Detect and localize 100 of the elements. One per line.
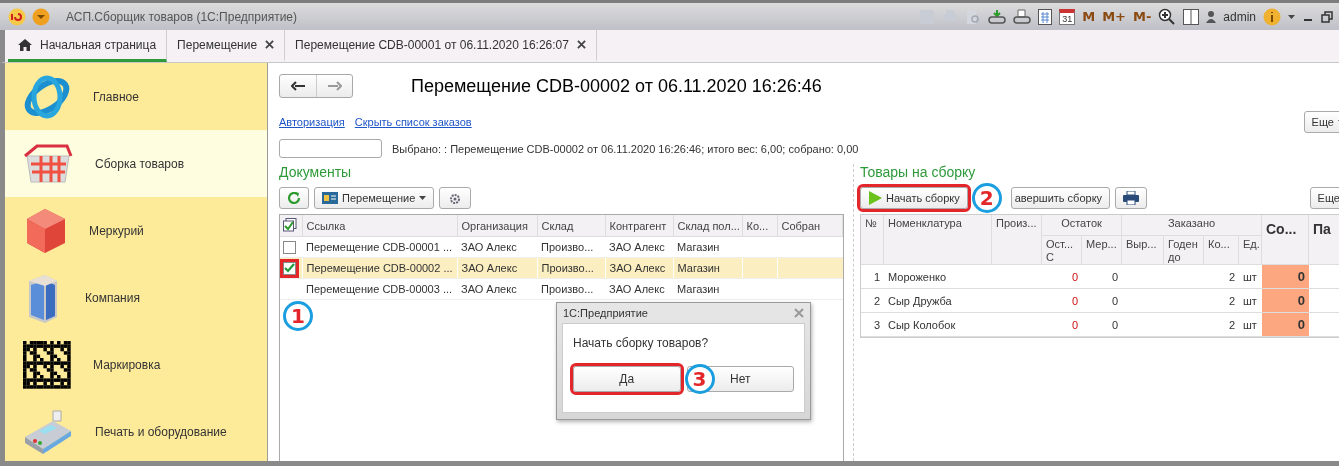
- column-header[interactable]: Па: [1309, 215, 1339, 265]
- print-button[interactable]: [1115, 187, 1148, 209]
- table-cell: 2: [1204, 265, 1239, 289]
- table-cell: 1: [861, 265, 884, 289]
- table-cell: 0: [1082, 313, 1122, 337]
- column-header[interactable]: Ко...: [742, 215, 777, 237]
- table-cell: Перемещение CDB-00002 ...: [302, 257, 457, 279]
- tab-label: Начальная страница: [40, 37, 157, 52]
- sidebar-item[interactable]: Меркурий: [5, 197, 267, 264]
- input-field[interactable]: [279, 139, 382, 158]
- sidebar-item[interactable]: Маркировка: [5, 331, 267, 398]
- section-heading: Товары на сборку: [860, 164, 977, 182]
- column-header[interactable]: Ко...: [1204, 236, 1239, 265]
- table-cell: Магазин: [673, 257, 742, 279]
- more-button[interactable]: Еще: [1303, 111, 1339, 133]
- dropdown-icon[interactable]: [32, 7, 50, 26]
- table-cell: 0: [1082, 265, 1122, 289]
- column-header[interactable]: Со...: [1262, 215, 1309, 265]
- finish-button[interactable]: авершить сборку: [1010, 187, 1111, 209]
- attach-icon[interactable]: [988, 8, 1007, 25]
- callout-badge: 3: [684, 364, 715, 394]
- sidebar-item[interactable]: Главное: [5, 63, 267, 130]
- link[interactable]: Скрыть список заказов: [354, 116, 472, 128]
- info-icon[interactable]: [1263, 7, 1281, 26]
- table-cell: ЗАО Алекс: [605, 257, 673, 279]
- window-title: АСП.Сборщик товаров (1С:Предприятие): [66, 9, 298, 24]
- close-icon[interactable]: [576, 40, 586, 49]
- user-icon: [1206, 9, 1217, 24]
- column-header[interactable]: Выр...: [1122, 236, 1164, 265]
- restore-icon[interactable]: [1321, 10, 1333, 23]
- table-cell: 2: [1204, 313, 1239, 337]
- table-cell: 0: [1042, 265, 1082, 289]
- column-header[interactable]: Организация: [457, 215, 537, 237]
- column-header[interactable]: №: [861, 215, 884, 265]
- calculator-icon[interactable]: [1038, 8, 1053, 25]
- column-header[interactable]: Склад: [537, 215, 605, 237]
- table-cell: 0: [1042, 289, 1082, 313]
- calendar-icon[interactable]: 31: [1059, 8, 1076, 25]
- callout-badge: 1: [283, 301, 313, 331]
- sidebar-item[interactable]: Печать и оборудование: [5, 398, 267, 465]
- tab-label: Перемещение: [177, 37, 258, 52]
- checkbox[interactable]: [283, 240, 296, 254]
- app-logo-icon[interactable]: [8, 7, 26, 26]
- refresh-button[interactable]: [279, 187, 309, 209]
- column-header[interactable]: Ед.: [1239, 236, 1262, 265]
- table-cell: Произво...: [537, 278, 605, 300]
- card-terminal-icon: [23, 408, 73, 455]
- check-all-icon[interactable]: [283, 217, 297, 232]
- user-name[interactable]: admin: [1223, 9, 1256, 24]
- table-cell: 0: [1262, 313, 1309, 337]
- dialog-message: Начать сборку товаров?: [573, 336, 710, 350]
- settings-button[interactable]: [439, 187, 472, 209]
- table-row[interactable]: Перемещение CDB-00003 ... ЗАО Алекс Произво... ЗАО Алекс Магазин: [280, 278, 843, 300]
- column-header[interactable]: Ссылка: [302, 215, 457, 237]
- document-type-button[interactable]: Перемещение: [314, 187, 435, 209]
- back-arrow-icon: [291, 81, 305, 91]
- callout-badge: 2: [971, 183, 1002, 213]
- table-cell: Перемещение CDB-00003 ...: [302, 278, 457, 300]
- link[interactable]: Авторизация: [279, 116, 345, 128]
- table-row[interactable]: Перемещение CDB-00001 ... ЗАО Алекс Произво... ЗАО Алекс Магазин: [280, 236, 843, 258]
- column-group-header: Остаток: [1042, 215, 1122, 236]
- section-heading: Документы: [279, 164, 353, 182]
- memory-button[interactable]: M+: [1102, 9, 1126, 24]
- table-cell: Сыр Дружба: [884, 289, 992, 313]
- tab-label: Перемещение CDB-00001 от 06.11.2020 16:26:07: [295, 37, 569, 52]
- column-header[interactable]: Ост... С: [1042, 236, 1082, 265]
- column-header[interactable]: Собран: [777, 215, 843, 237]
- table-cell: ЗАО Алекс: [457, 278, 537, 300]
- zoom-in-icon[interactable]: [1158, 7, 1177, 26]
- sidebar-label: Маркировка: [93, 357, 161, 372]
- tab[interactable]: Перемещение: [167, 30, 286, 62]
- table-cell: 0: [1042, 313, 1082, 337]
- sidebar-item[interactable]: Компания: [5, 264, 267, 331]
- table-cell: 2: [861, 289, 884, 313]
- close-icon[interactable]: [265, 40, 275, 49]
- sidebar-item[interactable]: Сборка товаров: [5, 130, 267, 197]
- play-icon: [868, 191, 882, 205]
- document-link-icon[interactable]: [1013, 8, 1032, 25]
- column-header[interactable]: Контрагент: [605, 215, 673, 237]
- home-icon: [18, 38, 32, 51]
- globe-icon: [23, 74, 71, 119]
- column-header[interactable]: Произ...: [992, 215, 1042, 265]
- memory-button[interactable]: M: [1082, 9, 1096, 24]
- panels-icon[interactable]: [1183, 8, 1200, 25]
- checkbox[interactable]: [283, 261, 296, 275]
- refresh-icon: [287, 191, 301, 205]
- sidebar-label: Печать и оборудование: [95, 424, 227, 439]
- document-title: Перемещение CDB-00002 от 06.11.2020 16:26:46: [411, 75, 822, 97]
- column-header[interactable]: Склад пол...: [673, 215, 742, 237]
- sidebar-label: Меркурий: [89, 223, 144, 238]
- memory-button[interactable]: M-: [1132, 9, 1152, 24]
- tab[interactable]: Перемещение CDB-00001 от 06.11.2020 16:26:07: [285, 30, 597, 62]
- more-button[interactable]: Еще: [1309, 187, 1339, 209]
- printer-icon: [1123, 191, 1140, 205]
- column-header[interactable]: Номенклатура: [884, 215, 992, 265]
- table-cell: Магазин: [673, 278, 742, 300]
- sidebar-label: Сборка товаров: [95, 156, 185, 171]
- column-header[interactable]: Годен до: [1164, 236, 1204, 265]
- column-group-header: Заказано: [1122, 215, 1262, 236]
- column-header[interactable]: Мер...: [1082, 236, 1122, 265]
